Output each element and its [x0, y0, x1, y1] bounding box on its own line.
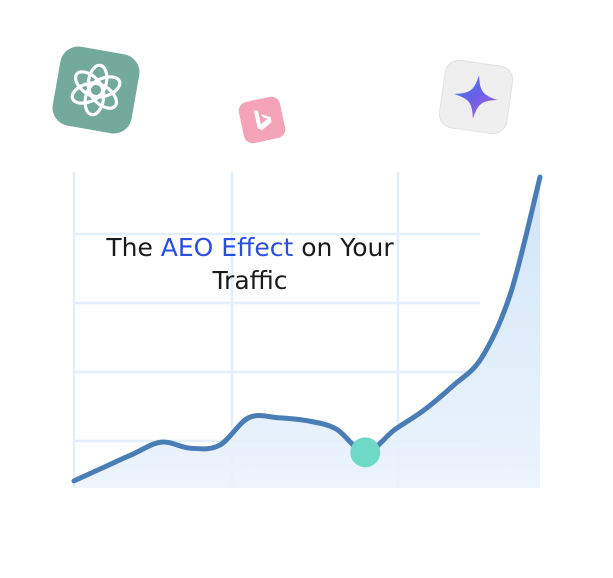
chart-title-part: on Your	[293, 233, 394, 262]
chatgpt-icon	[52, 46, 140, 134]
chart-title-line1: The AEO Effect on Your	[105, 233, 394, 262]
chart-title-part: The	[105, 233, 160, 262]
gemini-icon	[438, 59, 514, 135]
chart-canvas: The AEO Effect on Your Traffic	[52, 46, 543, 488]
chart-title-line2: Traffic	[211, 266, 287, 295]
highlight-point	[350, 437, 381, 468]
chart-title-part: AEO Effect	[161, 233, 294, 262]
bing-icon	[238, 96, 286, 144]
